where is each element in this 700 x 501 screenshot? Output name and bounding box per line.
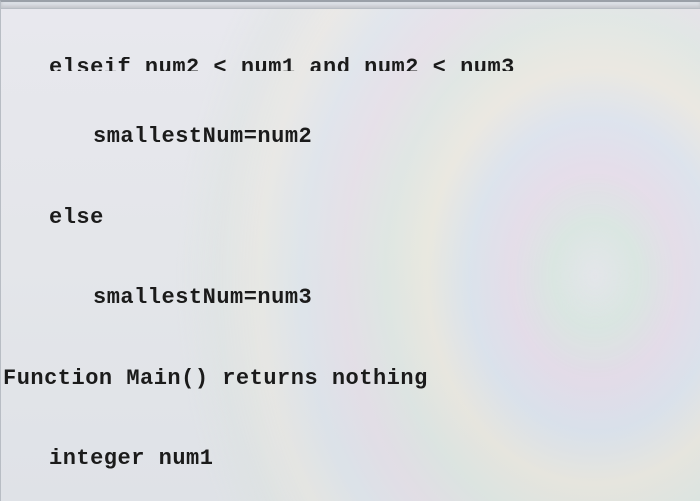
top-edge [1, 2, 700, 9]
code-line: smallestNum=num2 [3, 124, 694, 151]
code-block: elseif num2 < num1 and num2 < num3 small… [1, 9, 700, 501]
code-line: smallestNum=num3 [3, 285, 694, 312]
code-line: Function Main() returns nothing [3, 366, 694, 393]
code-line: else [3, 205, 694, 232]
code-line: integer num1 [3, 446, 694, 473]
code-line: elseif num2 < num1 and num2 < num3 [3, 57, 694, 71]
